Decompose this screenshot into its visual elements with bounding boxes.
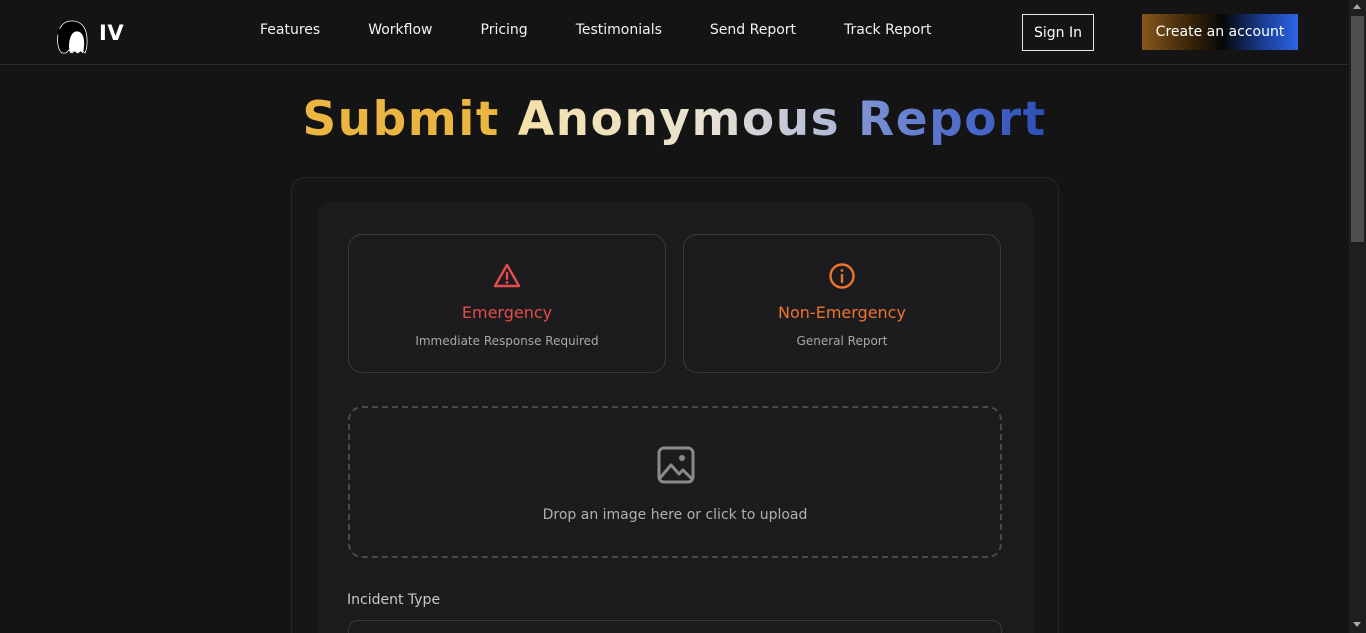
ghost-logo-icon: [57, 20, 88, 54]
create-account-button[interactable]: Create an account: [1142, 14, 1298, 50]
main-nav: Features Workflow Pricing Testimonials S…: [260, 22, 932, 38]
navbar: IV Features Workflow Pricing Testimonial…: [0, 0, 1349, 65]
sign-in-button[interactable]: Sign In: [1022, 14, 1094, 51]
nav-link-send-report[interactable]: Send Report: [710, 22, 796, 38]
non-emergency-title: Non-Emergency: [778, 303, 906, 322]
incident-type-select[interactable]: [348, 620, 1002, 633]
page-scrollbar[interactable]: [1349, 0, 1366, 633]
nav-link-testimonials[interactable]: Testimonials: [576, 22, 662, 38]
page-title: Submit Anonymous Report: [0, 92, 1349, 147]
brand-name: IV: [99, 21, 125, 45]
emergency-option-card[interactable]: Emergency Immediate Response Required: [348, 234, 666, 373]
scroll-down-arrow-icon[interactable]: [1353, 622, 1361, 627]
non-emergency-subtitle: General Report: [796, 334, 888, 348]
emergency-subtitle: Immediate Response Required: [415, 334, 599, 348]
nav-link-pricing[interactable]: Pricing: [481, 22, 528, 38]
nav-link-track-report[interactable]: Track Report: [844, 22, 932, 38]
scroll-up-arrow-icon[interactable]: [1353, 4, 1361, 9]
nav-link-features[interactable]: Features: [260, 22, 320, 38]
upload-instructions: Drop an image here or click to upload: [542, 507, 808, 523]
image-icon: [657, 446, 695, 484]
warning-triangle-icon: [493, 263, 521, 288]
brand-logo[interactable]: IV: [51, 12, 131, 54]
scroll-thumb[interactable]: [1351, 16, 1364, 242]
non-emergency-option-card[interactable]: Non-Emergency General Report: [683, 234, 1001, 373]
emergency-title: Emergency: [461, 303, 553, 322]
title-word-report: Report: [858, 92, 1047, 147]
incident-type-label: Incident Type: [347, 592, 441, 608]
nav-link-workflow[interactable]: Workflow: [368, 22, 432, 38]
image-upload-dropzone[interactable]: Drop an image here or click to upload: [348, 406, 1002, 558]
title-word-submit: Submit: [302, 92, 500, 147]
info-circle-icon: [829, 263, 855, 289]
title-word-anonymous: Anonymous: [517, 92, 841, 147]
